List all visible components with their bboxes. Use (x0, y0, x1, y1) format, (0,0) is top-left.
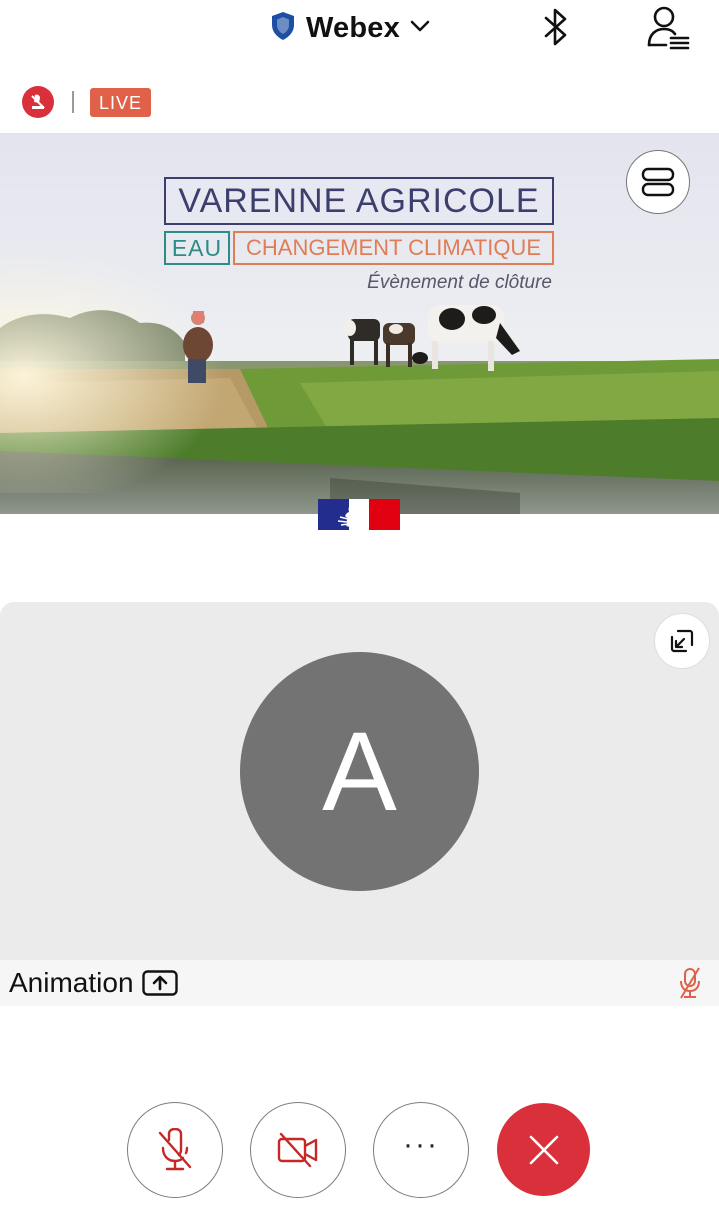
share-upload-icon (141, 970, 178, 996)
layout-toggle-button[interactable] (626, 150, 690, 214)
video-button[interactable] (250, 1102, 346, 1198)
more-options-button[interactable]: ··· (373, 1102, 469, 1198)
shield-icon (270, 11, 296, 46)
participant-name: Animation (9, 967, 134, 998)
mute-button[interactable] (127, 1102, 223, 1198)
collapse-icon (670, 629, 694, 653)
shared-content-view[interactable]: VARENNE AGRICOLE EAU CHANGEMENT CLIMATIQ… (0, 133, 719, 514)
end-call-button[interactable] (497, 1103, 590, 1196)
meeting-title-dropdown[interactable]: Webex (270, 8, 430, 48)
bluetooth-button[interactable] (536, 6, 576, 48)
participant-name-bar: Animation (0, 960, 719, 1006)
status-divider (72, 91, 74, 113)
layout-toggle-icon (641, 167, 675, 197)
participants-icon (647, 6, 690, 50)
mic-muted-icon (680, 967, 700, 999)
mic-muted-icon (158, 1128, 192, 1171)
slide-title: VARENNE AGRICOLE (178, 181, 540, 220)
slide-tag-climate: CHANGEMENT CLIMATIQUE (233, 231, 554, 265)
participants-button[interactable] (644, 4, 692, 52)
avatar-initial: A (322, 708, 397, 834)
app-title: Webex (306, 11, 400, 44)
slide-title-box: VARENNE AGRICOLE (164, 177, 554, 225)
slide-subtitle: Évènement de clôture (367, 272, 552, 293)
bluetooth-icon (544, 8, 567, 46)
meeting-screen: Webex LIVE VARENNE AGRICOLE EAU CHANGEME… (0, 0, 719, 1226)
avatar: A (240, 652, 479, 891)
chevron-down-icon (410, 19, 430, 38)
recording-icon[interactable] (22, 86, 54, 118)
live-badge: LIVE (90, 87, 152, 117)
collapse-button[interactable] (655, 614, 709, 668)
call-controls: ··· (0, 1102, 719, 1198)
slide-tag-water: EAU (164, 231, 230, 265)
status-row: LIVE (22, 86, 152, 118)
republic-logo (318, 499, 400, 530)
participant-tile[interactable]: A (0, 602, 719, 962)
slide-tag-water-label: EAU (171, 234, 223, 261)
close-icon (529, 1135, 558, 1164)
more-options-label: ··· (403, 1128, 439, 1161)
slide-tag-climate-label: CHANGEMENT CLIMATIQUE (246, 235, 541, 260)
top-bar: Webex (0, 0, 719, 60)
video-off-icon (277, 1132, 318, 1168)
